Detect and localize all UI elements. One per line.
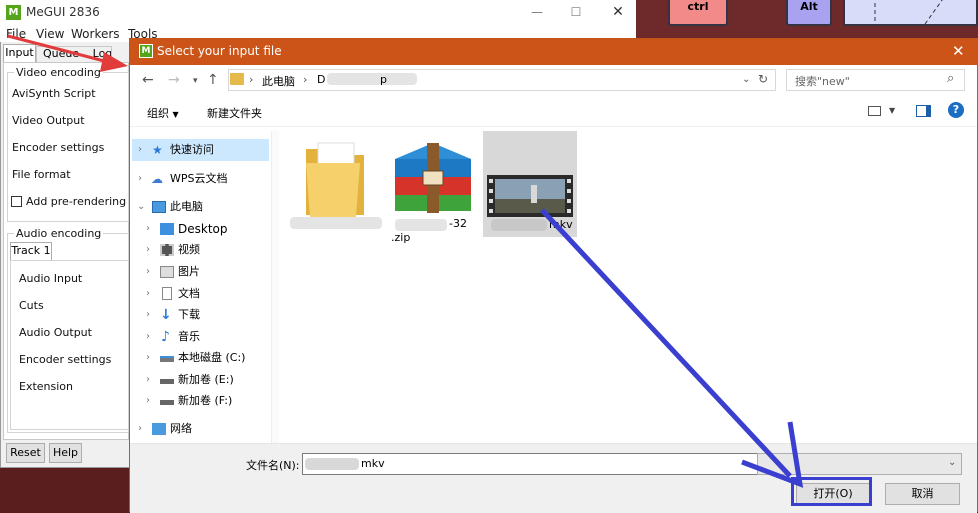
red-arrow (7, 34, 128, 72)
annotation-arrows (7, 34, 804, 488)
blue-arrow (540, 208, 804, 488)
